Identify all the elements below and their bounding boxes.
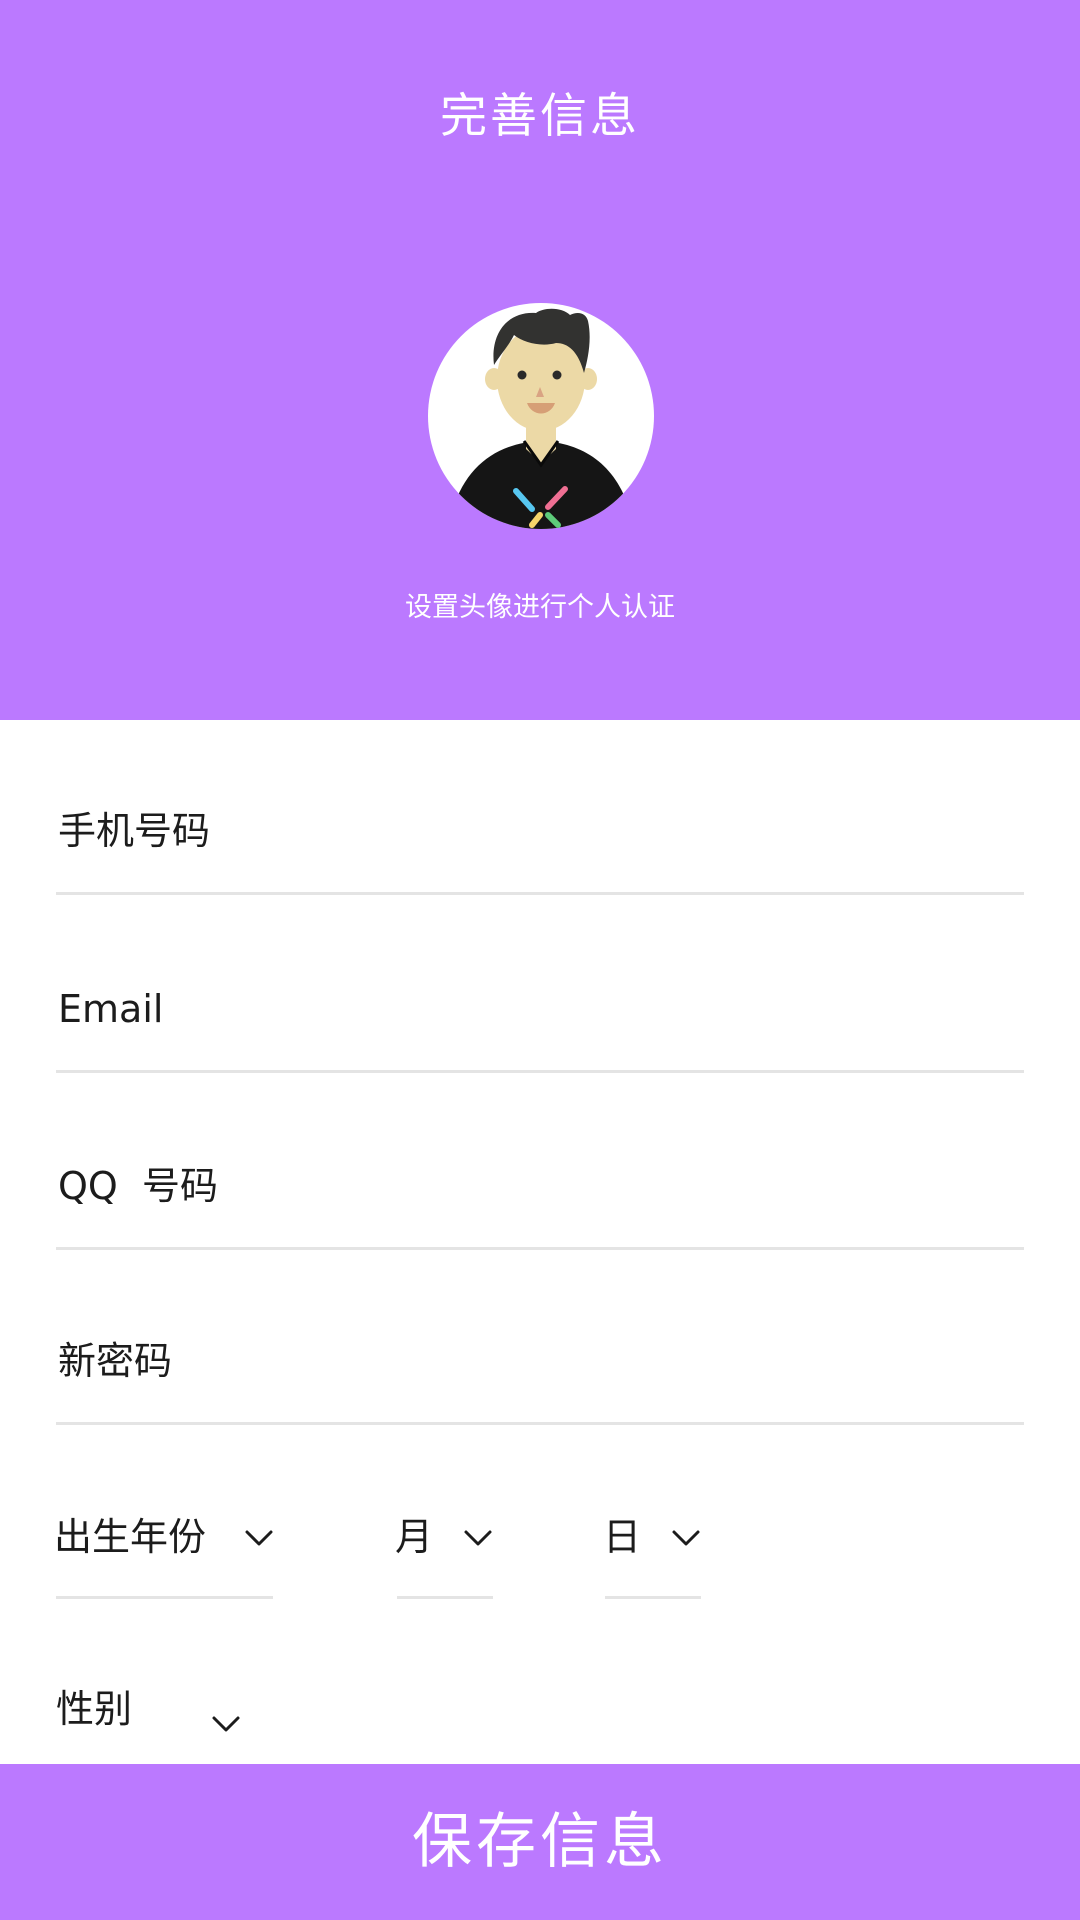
chevron-down-icon: [672, 1530, 700, 1546]
page-title: 完善信息: [440, 89, 640, 144]
email-placeholder: Email: [58, 987, 164, 1031]
qq-placeholder: QQ 号码: [58, 1164, 218, 1208]
birth-month-select[interactable]: 月: [395, 1468, 493, 1599]
avatar-upload[interactable]: [428, 303, 654, 529]
chevron-down-icon: [212, 1716, 240, 1732]
phone-field[interactable]: 手机号码: [56, 760, 1024, 895]
birth-year-select[interactable]: 出生年份: [54, 1468, 273, 1599]
avatar-hint: 设置头像进行个人认证: [405, 592, 675, 623]
qq-field[interactable]: QQ 号码: [56, 1112, 1024, 1250]
chevron-down-icon: [464, 1530, 492, 1546]
birth-month-label: 月: [395, 1515, 434, 1559]
profile-completion-screen: 完善信息 设置头像进行个人认证 手机号码 Email QQ 号码 新密码 出生年…: [0, 0, 1080, 1920]
gender-label: 性别: [56, 1687, 133, 1731]
password-placeholder: 新密码: [58, 1339, 173, 1383]
avatar-icon: [448, 308, 634, 529]
birth-year-label: 出生年份: [54, 1515, 207, 1559]
header-banner: 完善信息 设置头像进行个人认证: [0, 0, 1080, 720]
chevron-down-icon: [245, 1530, 273, 1546]
new-password-field[interactable]: 新密码: [56, 1288, 1024, 1425]
save-info-button[interactable]: 保存信息: [0, 1764, 1080, 1920]
gender-select[interactable]: 性别: [56, 1680, 256, 1760]
phone-placeholder: 手机号码: [58, 809, 211, 853]
birth-day-select[interactable]: 日: [603, 1468, 701, 1599]
birth-day-label: 日: [603, 1515, 642, 1559]
email-field[interactable]: Email: [56, 936, 1024, 1073]
